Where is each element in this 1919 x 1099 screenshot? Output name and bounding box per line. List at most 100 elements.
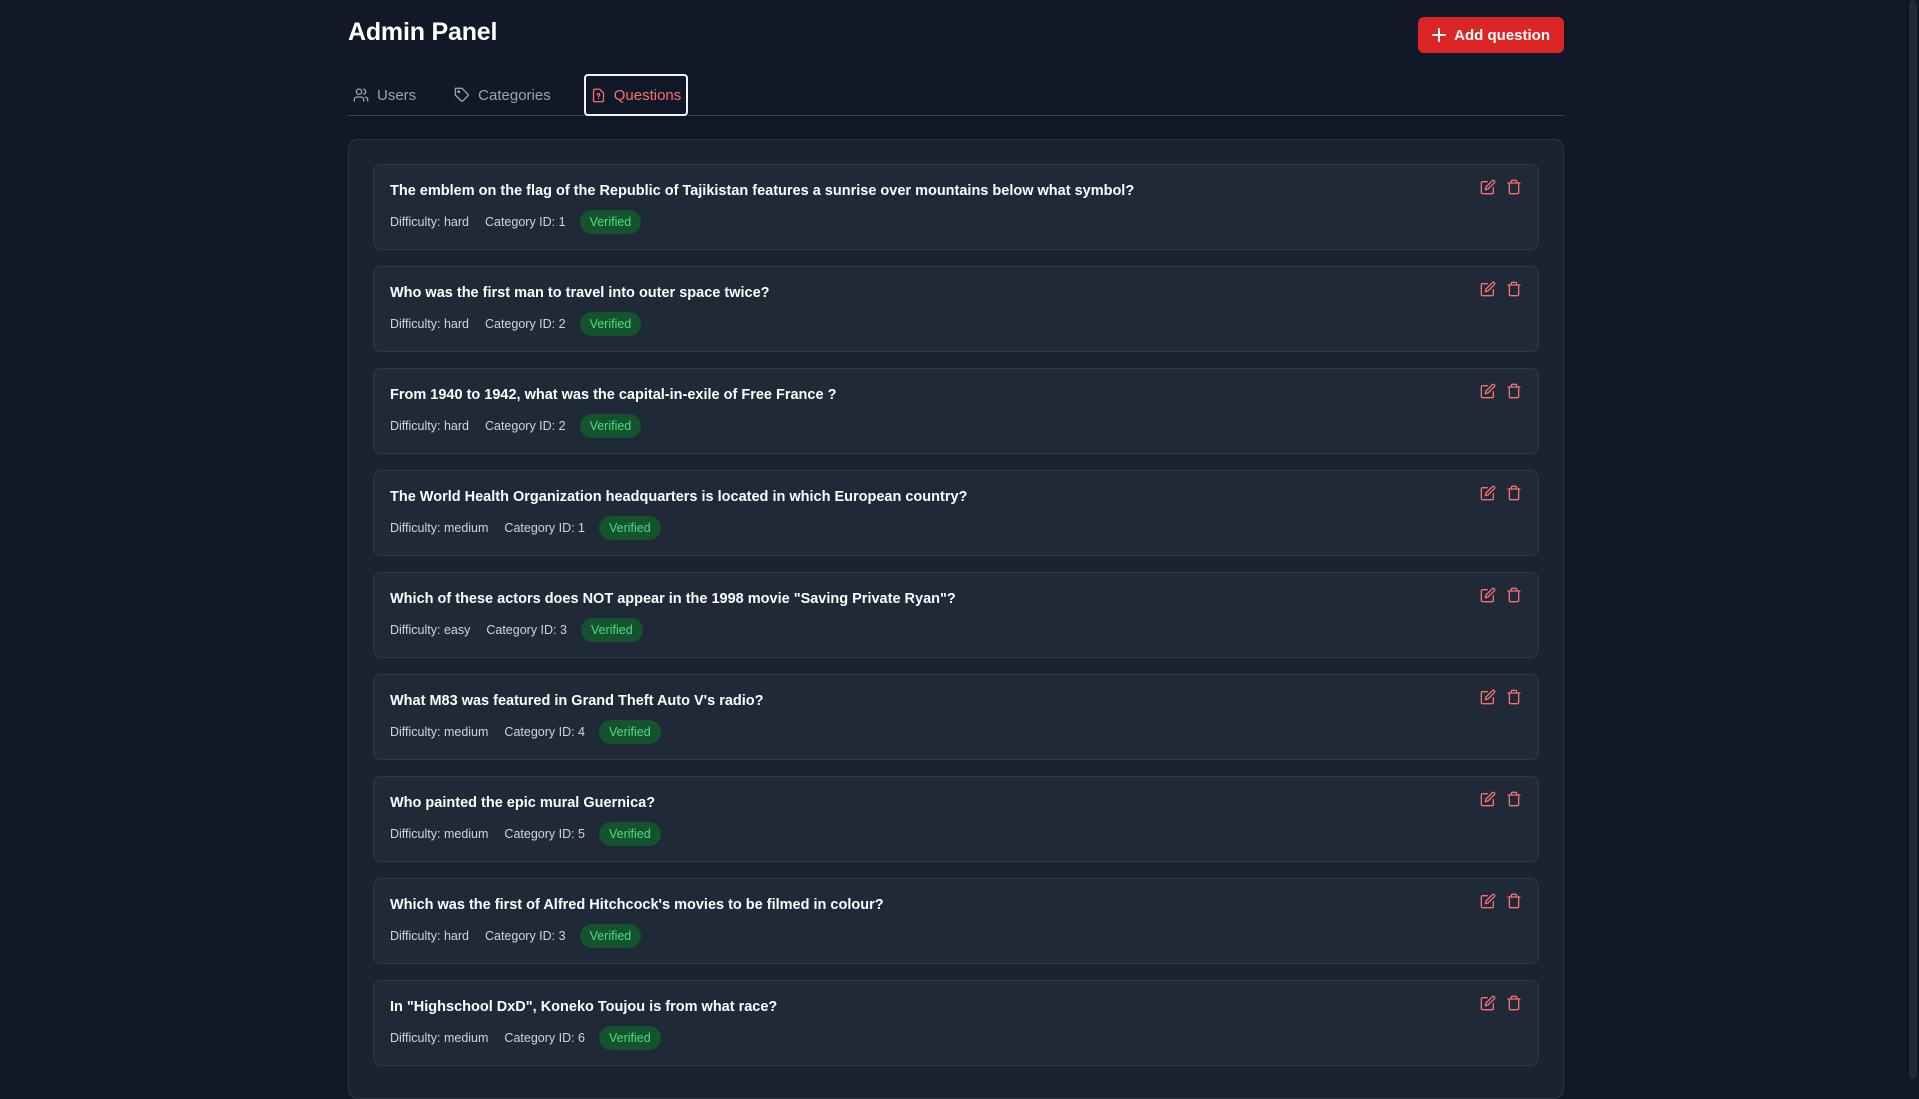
category-label: Category ID: 3 xyxy=(486,623,567,637)
question-card: Which of these actors does NOT appear in… xyxy=(373,572,1539,658)
question-text: Who painted the epic mural Guernica? xyxy=(390,795,656,811)
edit-icon xyxy=(1480,587,1496,603)
edit-button[interactable] xyxy=(1480,383,1496,399)
edit-icon xyxy=(1480,995,1496,1011)
plus-icon xyxy=(1432,28,1447,42)
question-actions xyxy=(1480,689,1522,705)
status-badge: Verified xyxy=(579,312,642,336)
tab-categories-label: Categories xyxy=(478,86,551,104)
header: Admin Panel Add question xyxy=(348,0,1564,70)
question-actions xyxy=(1480,485,1522,501)
edit-icon xyxy=(1480,689,1496,705)
status-badge: Verified xyxy=(599,516,661,540)
edit-icon xyxy=(1480,791,1496,807)
question-text: Which was the first of Alfred Hitchcock'… xyxy=(390,897,884,913)
add-question-button[interactable]: Add question xyxy=(1418,17,1564,53)
question-card: Who painted the epic mural Guernica? Dif… xyxy=(373,776,1539,862)
trash-icon xyxy=(1507,995,1521,1011)
delete-button[interactable] xyxy=(1506,587,1522,603)
difficulty-label: Difficulty: hard xyxy=(390,419,469,433)
question-text: Which of these actors does NOT appear in… xyxy=(390,591,956,607)
question-text: The World Health Organization headquarte… xyxy=(390,489,968,505)
delete-button[interactable] xyxy=(1506,383,1522,399)
delete-button[interactable] xyxy=(1506,995,1522,1011)
trash-icon xyxy=(1507,893,1521,909)
delete-button[interactable] xyxy=(1506,689,1522,705)
status-badge: Verified xyxy=(599,1026,661,1050)
question-actions xyxy=(1480,587,1522,603)
status-badge: Verified xyxy=(579,924,642,948)
question-card: In "Highschool DxD", Koneko Toujou is fr… xyxy=(373,980,1539,1066)
question-meta: Difficulty: hard Category ID: 2 Verified xyxy=(390,414,642,438)
question-text: In "Highschool DxD", Koneko Toujou is fr… xyxy=(390,999,778,1015)
status-badge: Verified xyxy=(580,618,643,642)
page-scrollbar[interactable] xyxy=(1907,0,1919,1079)
question-meta: Difficulty: hard Category ID: 2 Verified xyxy=(390,312,642,336)
difficulty-label: Difficulty: medium xyxy=(390,521,489,535)
edit-button[interactable] xyxy=(1480,689,1496,705)
tab-questions[interactable]: Questions xyxy=(583,74,689,116)
question-meta: Difficulty: medium Category ID: 5 Verifi… xyxy=(390,822,661,846)
trash-icon xyxy=(1507,383,1521,399)
difficulty-label: Difficulty: medium xyxy=(390,1031,489,1045)
edit-button[interactable] xyxy=(1480,485,1496,501)
question-card: The World Health Organization headquarte… xyxy=(373,470,1539,556)
edit-icon xyxy=(1480,281,1496,297)
edit-icon xyxy=(1480,179,1496,195)
question-actions xyxy=(1480,791,1522,807)
tab-users-label: Users xyxy=(377,86,417,104)
question-meta: Difficulty: hard Category ID: 3 Verified xyxy=(390,924,642,948)
question-actions xyxy=(1480,281,1522,297)
delete-button[interactable] xyxy=(1506,485,1522,501)
delete-button[interactable] xyxy=(1506,791,1522,807)
question-meta: Difficulty: easy Category ID: 3 Verified xyxy=(390,618,643,642)
question-actions xyxy=(1480,995,1522,1011)
edit-button[interactable] xyxy=(1480,281,1496,297)
edit-button[interactable] xyxy=(1480,995,1496,1011)
delete-button[interactable] xyxy=(1506,179,1522,195)
tab-questions-label: Questions xyxy=(613,86,682,104)
edit-icon xyxy=(1480,383,1496,399)
edit-button[interactable] xyxy=(1480,791,1496,807)
question-text: From 1940 to 1942, what was the capital-… xyxy=(390,387,837,403)
question-meta: Difficulty: medium Category ID: 1 Verifi… xyxy=(390,516,661,540)
difficulty-label: Difficulty: hard xyxy=(390,317,469,331)
question-card: The emblem on the flag of the Republic o… xyxy=(373,164,1539,250)
edit-button[interactable] xyxy=(1480,893,1496,909)
delete-button[interactable] xyxy=(1506,893,1522,909)
category-label: Category ID: 6 xyxy=(504,1031,586,1045)
question-card: From 1940 to 1942, what was the capital-… xyxy=(373,368,1539,454)
difficulty-label: Difficulty: medium xyxy=(390,827,489,841)
question-actions xyxy=(1480,179,1522,195)
question-card: Which was the first of Alfred Hitchcock'… xyxy=(373,878,1539,964)
questions-panel: The emblem on the flag of the Republic o… xyxy=(348,139,1564,1099)
category-label: Category ID: 2 xyxy=(484,419,566,433)
delete-button[interactable] xyxy=(1506,281,1522,297)
category-label: Category ID: 5 xyxy=(504,827,586,841)
status-badge: Verified xyxy=(599,822,661,846)
difficulty-label: Difficulty: medium xyxy=(390,725,489,739)
trash-icon xyxy=(1507,281,1521,297)
category-label: Category ID: 1 xyxy=(484,215,566,229)
add-question-label: Add question xyxy=(1454,26,1550,44)
edit-icon xyxy=(1480,893,1496,909)
edit-icon xyxy=(1480,485,1496,501)
question-meta: Difficulty: medium Category ID: 4 Verifi… xyxy=(390,720,661,744)
edit-button[interactable] xyxy=(1480,587,1496,603)
edit-button[interactable] xyxy=(1480,179,1496,195)
difficulty-label: Difficulty: hard xyxy=(390,929,469,943)
trash-icon xyxy=(1507,689,1521,705)
trash-icon xyxy=(1507,179,1521,195)
file-question-icon xyxy=(591,88,606,103)
users-icon xyxy=(353,87,369,103)
question-text: Who was the first man to travel into out… xyxy=(390,285,770,301)
question-card: Who was the first man to travel into out… xyxy=(373,266,1539,352)
scrollbar-thumb[interactable] xyxy=(1909,0,1917,1079)
question-meta: Difficulty: hard Category ID: 1 Verified xyxy=(390,210,642,234)
category-label: Category ID: 2 xyxy=(484,317,566,331)
trash-icon xyxy=(1507,587,1521,603)
tab-categories[interactable]: Categories xyxy=(449,74,556,116)
tab-users[interactable]: Users xyxy=(348,74,421,116)
question-meta: Difficulty: medium Category ID: 6 Verifi… xyxy=(390,1026,661,1050)
question-card: What M83 was featured in Grand Theft Aut… xyxy=(373,674,1539,760)
